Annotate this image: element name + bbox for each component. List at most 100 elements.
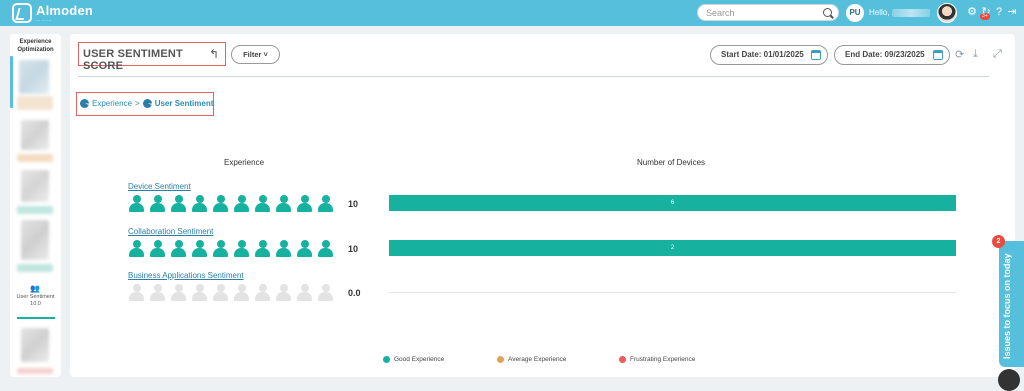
app-name: Almoden [36, 2, 94, 18]
calendar-icon [811, 50, 821, 60]
breadcrumb: Experience > User Sentiment [80, 99, 213, 108]
person-icon [212, 240, 229, 257]
start-date-label: Start Date: 01/01/2025 [721, 50, 804, 59]
person-icon [317, 240, 334, 257]
person-icon [233, 284, 250, 301]
issues-label: Issues to focus on today [1002, 253, 1012, 359]
person-icon [275, 195, 292, 212]
business-apps-empty-bar [389, 292, 956, 293]
person-icon [254, 240, 271, 257]
breadcrumb-experience[interactable]: Experience [92, 99, 132, 108]
person-icon [296, 195, 313, 212]
app-tagline: ... ... ... [36, 16, 52, 23]
calendar-icon [933, 50, 943, 60]
pie-chart-icon [80, 99, 89, 108]
app-logo[interactable]: Almoden ... ... ... [12, 3, 93, 23]
search-placeholder: Search [706, 8, 735, 18]
sidebar-item-4[interactable] [13, 218, 58, 274]
column-header-experience: Experience [224, 158, 265, 167]
filter-button[interactable]: Filter ˅ [231, 45, 280, 64]
refresh-icon[interactable]: ⟳ [955, 48, 964, 61]
business-apps-sentiment-link[interactable]: Business Applications Sentiment [128, 271, 244, 280]
issues-count-badge: 2 [992, 235, 1005, 248]
person-icon [254, 195, 271, 212]
person-icon [233, 240, 250, 257]
person-icon [254, 284, 271, 301]
person-icon [275, 284, 292, 301]
legend-dot [619, 356, 626, 363]
download-icon[interactable]: ⤓ [973, 48, 978, 61]
collaboration-sentiment-score: 10 [348, 244, 359, 254]
person-icons-row-2 [128, 240, 334, 257]
person-icon [317, 284, 334, 301]
person-icon [296, 284, 313, 301]
person-icon [212, 195, 229, 212]
person-icon [128, 284, 145, 301]
device-count-bar[interactable]: 6 [389, 195, 956, 211]
header-divider [78, 76, 989, 77]
business-apps-sentiment-score: 0.0 [348, 288, 361, 298]
person-icon [149, 284, 166, 301]
person-icon [128, 240, 145, 257]
sidebar-item-user-sentiment[interactable]: User Sentiment 10.0 [10, 294, 61, 308]
legend-good: Good Experience [383, 356, 444, 363]
breadcrumb-separator: > [135, 99, 140, 108]
search-icon[interactable] [823, 8, 832, 17]
collaboration-sentiment-link[interactable]: Collaboration Sentiment [128, 227, 213, 236]
pie-chart-icon [142, 99, 152, 108]
device-sentiment-score: 10 [348, 199, 359, 209]
breadcrumb-highlight: Experience > User Sentiment [76, 92, 214, 116]
person-icon [191, 195, 208, 212]
top-bar: Almoden ... ... ... Search PU Hello, ⚙ ↻… [0, 0, 1024, 26]
chevron-down-icon: ˅ [263, 50, 268, 59]
device-sentiment-link[interactable]: Device Sentiment [128, 182, 191, 191]
sidebar: Experience Optimization 👥 User Sentiment… [10, 34, 61, 377]
chat-icon[interactable] [998, 369, 1020, 391]
person-icon [170, 284, 187, 301]
username-redacted [892, 9, 930, 17]
filter-label: Filter [243, 50, 262, 59]
logo-icon [12, 3, 32, 23]
back-arrow-icon[interactable]: ↰ [209, 47, 219, 61]
end-date-label: End Date: 09/23/2025 [845, 50, 925, 59]
user-sentiment-label: User Sentiment [16, 294, 55, 300]
end-date-picker[interactable]: End Date: 09/23/2025 [834, 45, 950, 65]
person-icon [317, 195, 334, 212]
collaboration-count-bar[interactable]: 2 [389, 240, 956, 256]
legend-good-label: Good Experience [394, 356, 445, 363]
legend-average-label: Average Experience [508, 356, 567, 363]
avatar[interactable]: PU [846, 4, 864, 22]
person-icon [296, 240, 313, 257]
person-icon [149, 195, 166, 212]
expand-icon[interactable]: ⤢ [993, 48, 1002, 61]
notification-badge: 3+ [980, 13, 990, 20]
breadcrumb-current: User Sentiment [154, 99, 214, 108]
help-icon[interactable]: ? [993, 6, 1005, 18]
person-icons-row-3 [128, 284, 334, 301]
sidebar-item-3[interactable] [13, 168, 58, 216]
page-title-highlight: USER SENTIMENT SCORE ↰ [78, 42, 226, 72]
sidebar-item-1[interactable] [13, 58, 58, 114]
page-title: USER SENTIMENT SCORE [83, 48, 183, 72]
sidebar-item-6[interactable] [13, 326, 58, 376]
logout-icon[interactable]: ⇥ [1006, 6, 1018, 18]
person-icon [191, 284, 208, 301]
person-icons-row-1 [128, 195, 334, 212]
person-icon [212, 284, 229, 301]
sidebar-item-2[interactable] [13, 118, 58, 164]
person-icon [170, 195, 187, 212]
person-icon [149, 240, 166, 257]
search-input[interactable]: Search [697, 4, 839, 21]
user-sentiment-value: 10.0 [30, 301, 41, 307]
start-date-picker[interactable]: Start Date: 01/01/2025 [710, 45, 828, 65]
person-icon [233, 195, 250, 212]
legend-dot [383, 356, 390, 363]
user-photo[interactable] [937, 3, 957, 23]
sidebar-title: Experience Optimization [17, 39, 54, 53]
person-icon [275, 240, 292, 257]
gear-icon[interactable]: ⚙ [966, 6, 978, 18]
column-header-devices: Number of Devices [637, 158, 706, 167]
issues-panel-tab[interactable]: Issues to focus on today [999, 241, 1024, 367]
legend-dot [497, 356, 504, 363]
person-icon [170, 240, 187, 257]
